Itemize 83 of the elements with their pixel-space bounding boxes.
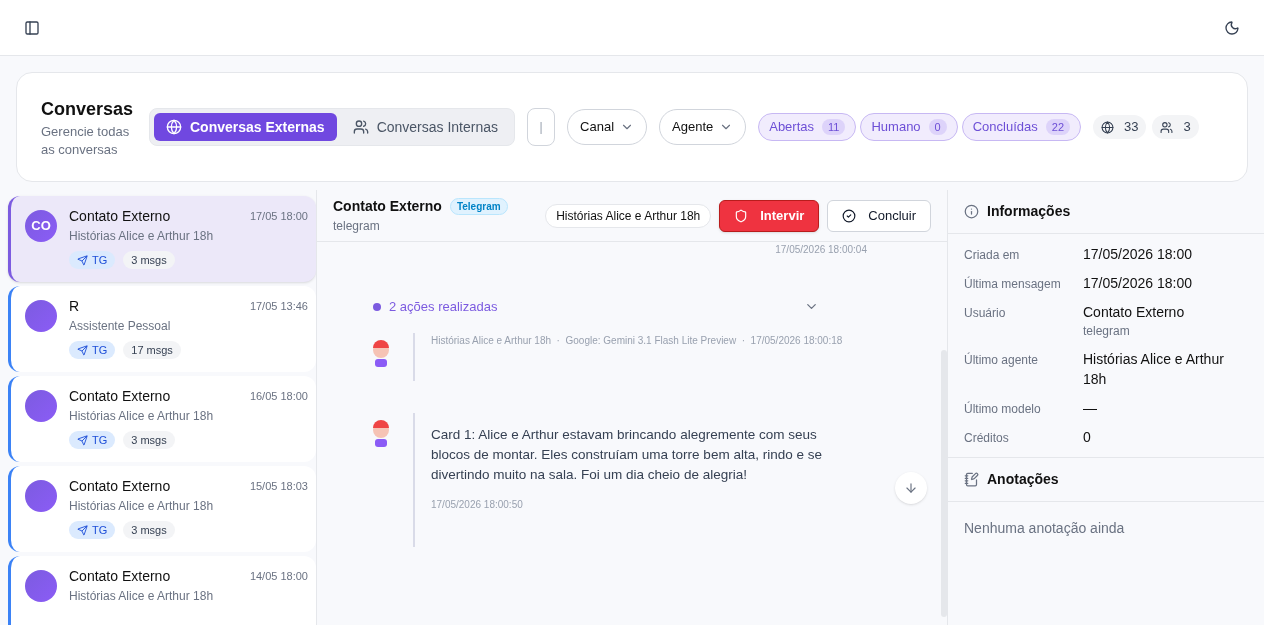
chip-count: 11	[822, 118, 846, 136]
conclude-button[interactable]: Concluir	[827, 199, 931, 232]
theme-toggle-icon[interactable]	[1224, 19, 1240, 36]
check-circle-icon	[842, 208, 857, 223]
stat-count: 3	[1183, 118, 1191, 137]
conversation-time: 16/05 18:00	[249, 389, 308, 404]
info-label: Último agente	[964, 351, 1040, 369]
info-value: Contato Externo	[1083, 303, 1186, 322]
status-filter-chip[interactable]: Abertas 11	[758, 113, 857, 141]
info-label: Última mensagem	[964, 275, 1062, 293]
avatar	[25, 570, 57, 602]
conversation-item[interactable]: Contato Externo 14/05 18:00 Histórias Alice e Arthur 18h	[8, 556, 316, 625]
channel-badge: TG	[69, 341, 116, 359]
chip-count: 22	[1045, 118, 1070, 136]
conversation-time: 15/05 18:03	[249, 479, 308, 494]
status-filter-chip[interactable]: Humano 0	[860, 113, 958, 141]
tab[interactable]: Conversas Internas	[340, 113, 511, 141]
users-icon	[352, 119, 369, 135]
chat-contact-name: Contato Externo	[333, 197, 442, 216]
info-value: Histórias Alice e Arthur 18h	[1083, 350, 1225, 389]
message-count: 3 msgs	[123, 431, 175, 449]
page-title: Conversas	[41, 98, 135, 121]
avatar	[25, 390, 57, 422]
globe-icon	[166, 119, 182, 135]
info-value: 0	[1083, 428, 1092, 447]
agent-name: Histórias Alice e Arthur 18h	[69, 408, 215, 425]
conversation-time: 17/05 18:00	[249, 209, 308, 224]
status-filter-chip[interactable]: Concluídas 22	[961, 113, 1081, 141]
globe-icon	[1101, 120, 1114, 134]
info-label: Usuário	[964, 305, 1007, 322]
message-timestamp: 17/05/2026 18:00:50	[431, 497, 524, 512]
info-subvalue: telegram	[1083, 323, 1131, 340]
chip-count: 0	[928, 118, 947, 136]
contact-name: R	[69, 297, 80, 316]
sidebar-toggle-icon[interactable]	[24, 19, 40, 36]
message-meta: Histórias Alice e Arthur 18h · Google: Gemini 3.1 Flash Lite Preview · 17/05/2026 18:00:18	[431, 333, 843, 348]
info-icon	[964, 204, 979, 219]
conversation-item[interactable]: R 17/05 13:46 Assistente Pessoal TG 17 msgs	[8, 286, 316, 372]
message-text: Card 1: Alice e Arthur estavam brincando alegremente com seus blocos de montar. Eles construíam uma torre bem alta, rindo e se divertindo muito na sala. Foi um dia cheio de alegria!	[431, 425, 823, 484]
conversation-time: 14/05 18:00	[249, 569, 308, 584]
agent-name: Assistente Pessoal	[69, 318, 172, 335]
tab[interactable]: Conversas Externas	[154, 113, 337, 141]
info-value: —	[1083, 399, 1098, 418]
conversation-item[interactable]: Contato Externo 16/05 18:00 Histórias Alice e Arthur 18h TG 3 msgs	[8, 376, 316, 462]
message-timestamp: 17/05/2026 18:00:04	[774, 243, 868, 257]
conversation-time: 17/05 13:46	[249, 299, 308, 314]
channel-badge: TG	[69, 251, 116, 269]
message-count: 17 msgs	[123, 341, 181, 359]
info-label: Créditos	[964, 430, 1010, 447]
notes-empty-text: Nenhuma anotação ainda	[963, 519, 1126, 538]
message-count: 3 msgs	[123, 251, 175, 269]
shield-icon	[734, 208, 749, 223]
agent-pill: Histórias Alice e Arthur 18h	[545, 203, 712, 228]
contact-name: Contato Externo	[69, 567, 171, 586]
section-title: Anotações	[987, 470, 1059, 489]
channel-badge: TG	[69, 521, 116, 539]
contact-name: Contato Externo	[69, 387, 171, 406]
agent-name: Histórias Alice e Arthur 18h	[69, 498, 215, 515]
agent-name: Histórias Alice e Arthur 18h	[69, 228, 215, 245]
avatar	[25, 300, 57, 332]
info-label: Último modelo	[964, 400, 1042, 418]
conversation-item[interactable]: CO Contato Externo 17/05 18:00 Histórias Alice e Arthur 18h TG 3 msgs	[8, 196, 316, 282]
channel-badge: TG	[69, 431, 116, 449]
stat-count: 33	[1124, 118, 1139, 137]
avatar	[25, 480, 57, 512]
agent-name: Histórias Alice e Arthur 18h	[69, 588, 215, 605]
actions-toggle[interactable]: 2 ações realizadas	[373, 297, 899, 317]
search-field[interactable]: |	[527, 108, 556, 146]
chat-channel: telegram	[333, 218, 381, 235]
conversation-item[interactable]: Contato Externo 15/05 18:03 Histórias Alice e Arthur 18h TG 3 msgs	[8, 466, 316, 552]
info-value: 17/05/2026 18:00	[1083, 245, 1193, 264]
users-icon	[1160, 120, 1174, 134]
info-label: Criada em	[964, 247, 1021, 264]
page-subtitle: Gerencie todas as conversas	[41, 123, 131, 159]
section-title: Informações	[987, 202, 1071, 221]
intervene-button[interactable]: Intervir	[719, 199, 820, 232]
info-value: 17/05/2026 18:00	[1083, 274, 1193, 293]
platform-badge: Telegram	[449, 198, 508, 215]
contact-name: Contato Externo	[69, 477, 171, 496]
contact-name: Contato Externo	[69, 207, 171, 226]
avatar: CO	[25, 210, 57, 242]
message-count: 3 msgs	[123, 521, 175, 539]
notes-icon	[964, 472, 979, 487]
